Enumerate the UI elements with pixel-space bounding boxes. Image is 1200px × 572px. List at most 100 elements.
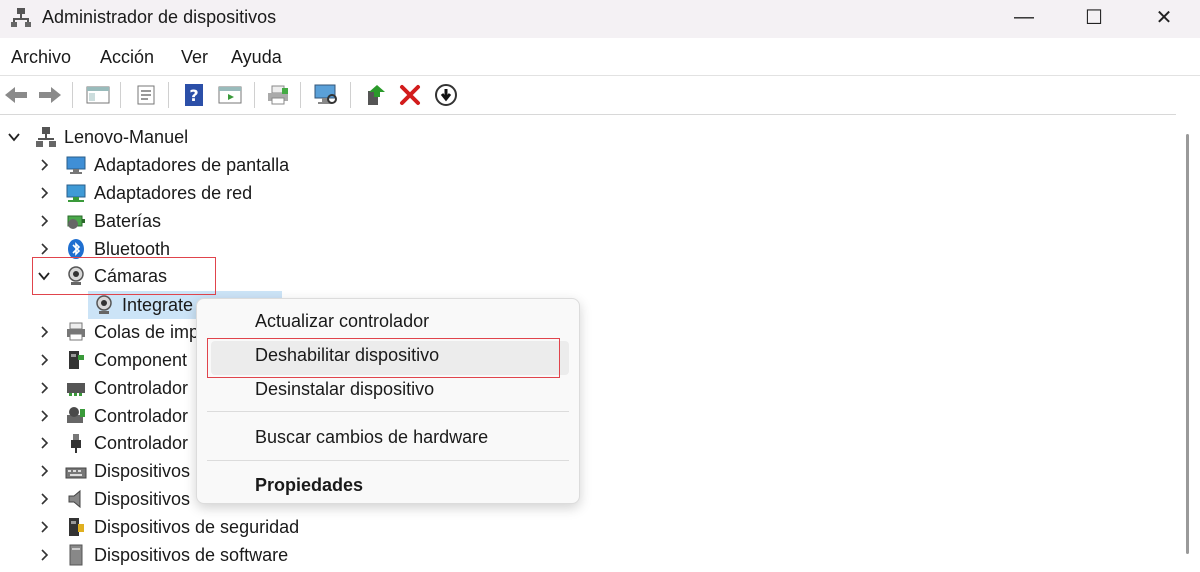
- menu-item-desinstalar-dispositivo[interactable]: Desinstalar dispositivo: [255, 379, 434, 400]
- update-driver-icon[interactable]: [362, 81, 390, 109]
- chevron-right-icon[interactable]: [36, 463, 52, 479]
- menu-separator: [207, 460, 569, 461]
- tree-item-adaptadores-pantalla[interactable]: Adaptadores de pantalla: [36, 151, 289, 179]
- menu-item-actualizar-controlador[interactable]: Actualizar controlador: [255, 311, 429, 332]
- close-icon: ✕: [1155, 6, 1173, 29]
- scan-hardware-icon[interactable]: [312, 81, 340, 109]
- tree-item-dispositivos-seguridad[interactable]: Dispositivos de seguridad: [36, 513, 299, 541]
- toolbar: ?: [0, 75, 1200, 115]
- window-title: Administrador de dispositivos: [42, 7, 277, 27]
- tree-label: Baterías: [94, 210, 162, 231]
- tree-item-componentes[interactable]: Component: [36, 346, 187, 374]
- audio-device-icon: [64, 487, 88, 511]
- properties-sheet-icon[interactable]: [132, 81, 160, 109]
- svg-text:?: ?: [189, 86, 198, 105]
- tree-item-controladora-sonido[interactable]: Controlador: [36, 402, 188, 430]
- tree-label: Dispositivos: [94, 460, 191, 481]
- disable-annotation-box: [207, 338, 560, 378]
- chevron-right-icon[interactable]: [36, 352, 52, 368]
- toolbar-separator: [72, 82, 73, 108]
- camera-annotation-box: [32, 257, 216, 295]
- toolbar-separator: [300, 82, 301, 108]
- computer-icon: [34, 125, 58, 149]
- webcam-icon: [92, 293, 116, 317]
- tree-item-dispositivos-software[interactable]: Dispositivos de software: [36, 541, 288, 569]
- show-hide-tree-icon[interactable]: [84, 81, 112, 109]
- tree-label: Dispositivos: [94, 488, 191, 509]
- menu-item-buscar-cambios-hardware[interactable]: Buscar cambios de hardware: [255, 427, 488, 448]
- scrollbar-thumb[interactable]: [1186, 134, 1189, 554]
- network-adapter-icon: [64, 181, 88, 205]
- uninstall-icon[interactable]: [396, 81, 424, 109]
- tree-label: Integrate: [122, 294, 194, 315]
- forward-arrow-icon[interactable]: [36, 81, 64, 109]
- tree-label: Adaptadores de pantalla: [94, 154, 290, 175]
- chevron-right-icon[interactable]: [36, 324, 52, 340]
- menu-item-propiedades[interactable]: Propiedades: [255, 475, 363, 496]
- menu-ver[interactable]: Ver: [181, 47, 208, 68]
- usb-controller-icon: [64, 431, 88, 455]
- chevron-down-icon[interactable]: [6, 129, 22, 145]
- menu-archivo[interactable]: Archivo: [11, 47, 71, 68]
- menu-accion[interactable]: Acción: [100, 47, 154, 68]
- toolbar-separator: [120, 82, 121, 108]
- software-device-icon: [64, 543, 88, 567]
- tree-label: Dispositivos de software: [94, 544, 289, 565]
- tree-item-integrated-camera[interactable]: Integrate: [92, 291, 193, 319]
- tree-item-dispositivos-audio[interactable]: Dispositivos: [36, 485, 190, 513]
- vertical-scrollbar[interactable]: [1176, 114, 1200, 572]
- minimize-icon: —: [1014, 5, 1034, 28]
- tree-root[interactable]: Lenovo-Manuel: [6, 123, 188, 151]
- chevron-right-icon[interactable]: [36, 213, 52, 229]
- chevron-right-icon[interactable]: [36, 435, 52, 451]
- context-menu: Actualizar controlador Deshabilitar disp…: [196, 298, 580, 504]
- software-component-icon: [64, 348, 88, 372]
- menu-bar: Archivo Acción Ver Ayuda: [0, 40, 1200, 74]
- chevron-right-icon[interactable]: [36, 491, 52, 507]
- tree-label: Dispositivos de seguridad: [94, 516, 300, 537]
- toolbar-separator: [350, 82, 351, 108]
- tree-item-colas-impresion[interactable]: Colas de imp: [36, 318, 199, 346]
- maximize-icon: ☐: [1085, 6, 1103, 29]
- minimize-button[interactable]: —: [998, 0, 1050, 34]
- run-view-icon[interactable]: [216, 81, 244, 109]
- hid-device-icon: [64, 459, 88, 483]
- tree-label: Controlador: [94, 405, 189, 426]
- back-arrow-icon[interactable]: [2, 81, 30, 109]
- storage-controller-icon: [64, 376, 88, 400]
- battery-icon: [64, 209, 88, 233]
- tree-label: Adaptadores de red: [94, 182, 253, 203]
- chevron-right-icon[interactable]: [36, 241, 52, 257]
- chevron-right-icon[interactable]: [36, 380, 52, 396]
- chevron-right-icon[interactable]: [36, 408, 52, 424]
- tree-label: Controlador: [94, 432, 189, 453]
- security-device-icon: [64, 515, 88, 539]
- toolbar-separator: [254, 82, 255, 108]
- chevron-right-icon[interactable]: [36, 185, 52, 201]
- printer-icon: [64, 320, 88, 344]
- maximize-button[interactable]: ☐: [1068, 0, 1120, 34]
- tree-item-baterias[interactable]: Baterías: [36, 207, 161, 235]
- monitor-icon: [64, 153, 88, 177]
- tree-item-controladora-usb[interactable]: Controlador: [36, 429, 188, 457]
- help-icon[interactable]: ?: [180, 81, 208, 109]
- chevron-right-icon[interactable]: [36, 519, 52, 535]
- tree-label: Lenovo-Manuel: [64, 126, 189, 147]
- close-button[interactable]: ✕: [1138, 0, 1190, 34]
- device-manager-icon: [10, 6, 32, 28]
- toolbar-separator: [168, 82, 169, 108]
- tree-item-controladora-almacenamiento[interactable]: Controlador: [36, 374, 188, 402]
- tree-label: Component: [94, 349, 188, 370]
- chevron-right-icon[interactable]: [36, 547, 52, 563]
- print-icon[interactable]: [264, 81, 292, 109]
- chevron-right-icon[interactable]: [36, 157, 52, 173]
- tree-label: Colas de imp: [94, 321, 200, 342]
- title-bar: Administrador de dispositivos — ☐ ✕: [0, 0, 1200, 38]
- menu-separator: [207, 411, 569, 412]
- sound-controller-icon: [64, 404, 88, 428]
- tree-label: Controlador: [94, 377, 189, 398]
- menu-ayuda[interactable]: Ayuda: [231, 47, 282, 68]
- tree-item-dispositivos-hid[interactable]: Dispositivos: [36, 457, 190, 485]
- tree-item-adaptadores-red[interactable]: Adaptadores de red: [36, 179, 252, 207]
- disable-device-icon[interactable]: [432, 81, 460, 109]
